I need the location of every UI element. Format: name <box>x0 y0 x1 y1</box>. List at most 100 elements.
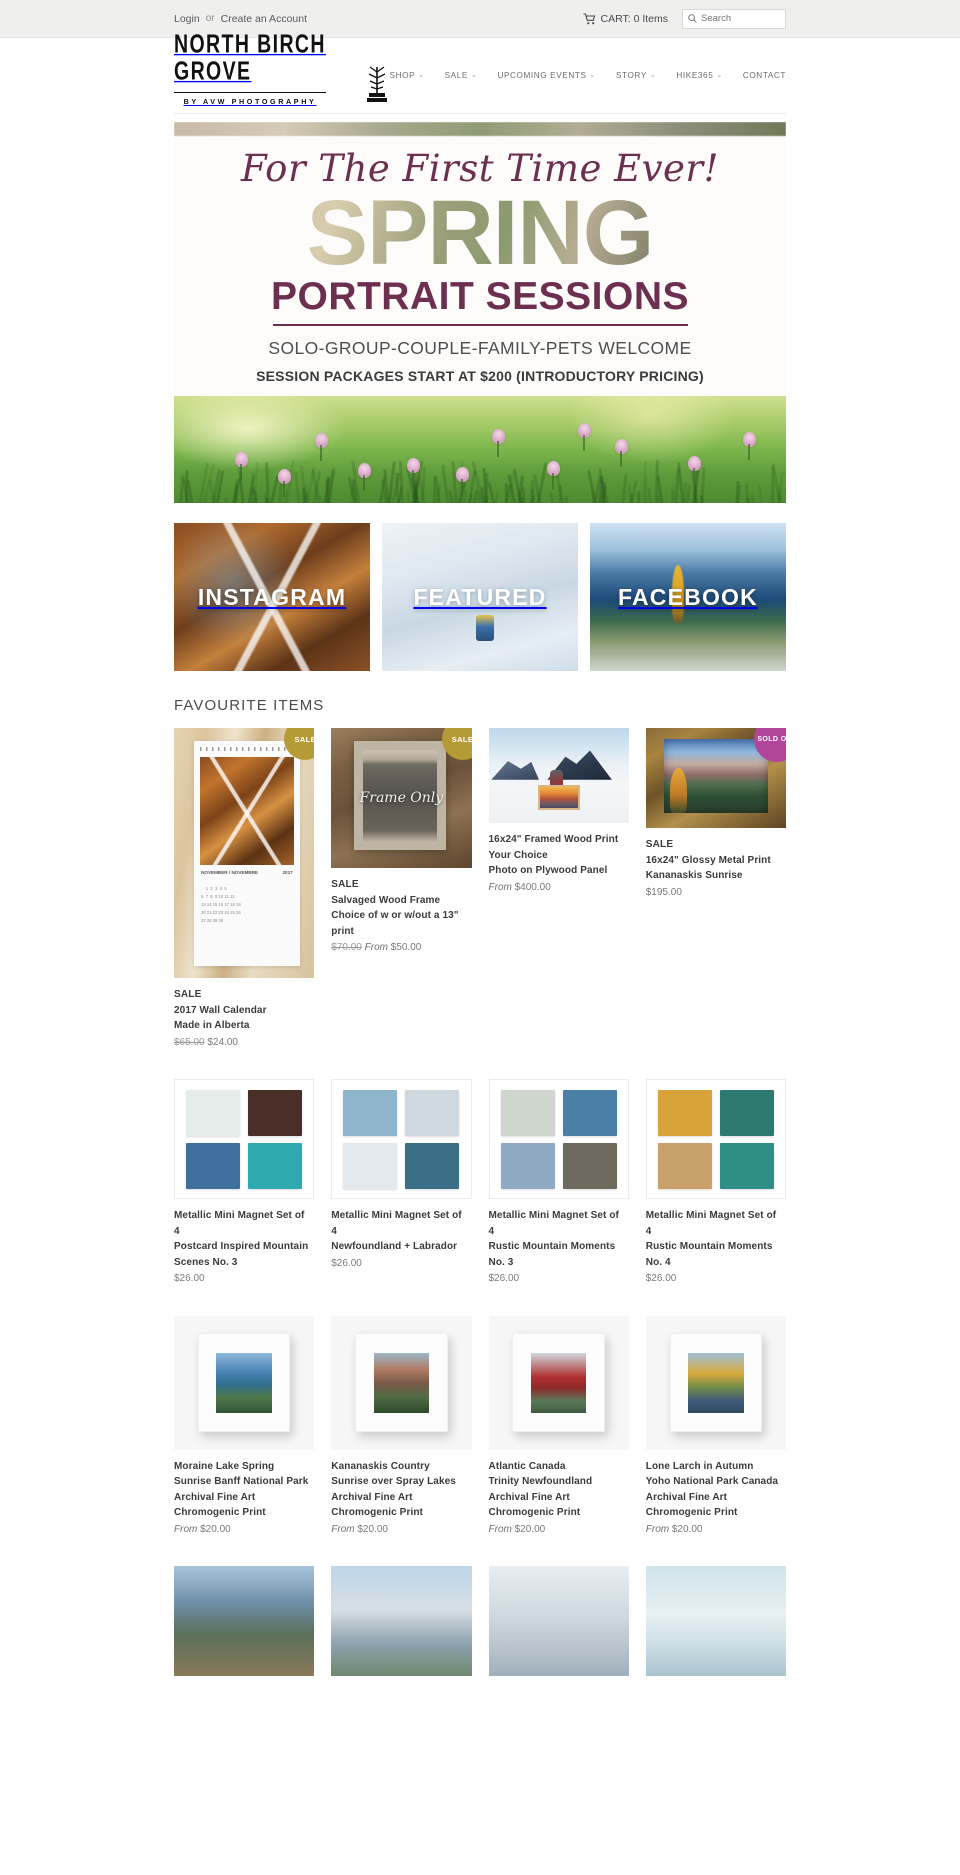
site-logo[interactable]: NORTH BIRCH GROVE BY AVW PHOTOGRAPHY <box>174 46 390 105</box>
meadow-flower <box>547 461 560 476</box>
product-price: From $20.00 <box>489 1522 629 1539</box>
chevron-down-icon: ⌄ <box>650 72 656 79</box>
tile-instagram[interactable]: INSTAGRAM <box>174 523 370 671</box>
product-price: From $20.00 <box>646 1522 786 1539</box>
nav-item-story[interactable]: STORY ⌄ <box>616 71 656 80</box>
product-title-line: Chromogenic Print <box>331 1505 471 1521</box>
product-title-line: Sunrise over Spray Lakes <box>331 1474 471 1490</box>
product-title-line: Chromogenic Print <box>646 1505 786 1521</box>
product-image[interactable]: SOLD OUT <box>646 728 786 828</box>
product-image[interactable] <box>646 1316 786 1450</box>
product-price: $26.00 <box>174 1271 314 1288</box>
product-title-line: Salvaged Wood Frame <box>331 893 471 909</box>
product-image[interactable] <box>174 1566 314 1676</box>
framed-print-photo <box>174 1316 314 1450</box>
tile-facebook[interactable]: FACEBOOK <box>590 523 786 671</box>
product-title-line: Choice of w or w/out a 13" <box>331 908 471 924</box>
product-card[interactable] <box>331 1566 471 1676</box>
meadow-flower <box>688 456 701 471</box>
grass-blade <box>415 495 419 503</box>
price-now: $26.00 <box>646 1273 677 1284</box>
product-card[interactable] <box>489 1566 629 1676</box>
tile-featured[interactable]: FEATURED <box>382 523 578 671</box>
product-image[interactable]: NOVEMBER / NOVEMBRE 2017 1 2 3 4 5 6 7 8… <box>174 728 314 978</box>
product-title-line: Archival Fine Art <box>646 1490 786 1506</box>
grass-blade <box>750 493 755 503</box>
meadow-flower <box>743 432 756 447</box>
product-image[interactable] <box>489 728 629 823</box>
product-image[interactable] <box>489 1316 629 1450</box>
price-now: $26.00 <box>331 1258 362 1269</box>
product-image[interactable] <box>489 1079 629 1199</box>
grass-blade <box>700 467 706 504</box>
product-grid-row-4-partial <box>174 1566 786 1676</box>
product-title-line: Atlantic Canada <box>489 1459 629 1475</box>
product-card[interactable]: Lone Larch in Autumn Yoho National Park … <box>646 1316 786 1539</box>
product-card[interactable]: Metallic Mini Magnet Set of 4 Rustic Mou… <box>646 1079 786 1288</box>
cart-button[interactable]: CART: 0 Items <box>583 13 669 25</box>
magnet-set-photo <box>332 1080 470 1198</box>
product-title-line: Scenes No. 3 <box>174 1255 314 1271</box>
calendar-photo: NOVEMBER / NOVEMBRE 2017 1 2 3 4 5 6 7 8… <box>174 728 314 978</box>
search-input[interactable] <box>701 13 780 24</box>
product-title-line: Lone Larch in Autumn <box>646 1459 786 1475</box>
product-title-line: 2017 Wall Calendar <box>174 1003 314 1019</box>
login-link[interactable]: Login <box>174 13 200 25</box>
product-image[interactable] <box>174 1079 314 1199</box>
search-box[interactable] <box>682 9 786 29</box>
hero-text-block: For The First Time Ever! SPRING PORTRAIT… <box>174 136 786 396</box>
product-image[interactable] <box>489 1566 629 1676</box>
product-card[interactable]: SOLD OUT SALE 16x24" Glossy Metal Print … <box>646 728 786 901</box>
product-image[interactable] <box>331 1079 471 1199</box>
nav-label: CONTACT <box>743 71 786 80</box>
nav-item-hike365[interactable]: HIKE365 ⌄ <box>676 71 722 80</box>
site-header: NORTH BIRCH GROVE BY AVW PHOTOGRAPHY SHO… <box>0 38 960 113</box>
calendar-month-label: NOVEMBER / NOVEMBRE <box>201 870 258 875</box>
create-account-link[interactable]: Create an Account <box>221 13 307 25</box>
magnet-thumbnail <box>343 1090 397 1136</box>
product-card[interactable]: 16x24" Framed Wood Print Your Choice Pho… <box>489 728 629 896</box>
price-now: $20.00 <box>357 1524 388 1535</box>
product-card[interactable]: Metallic Mini Magnet Set of 4 Newfoundla… <box>331 1079 471 1272</box>
product-image[interactable] <box>331 1566 471 1676</box>
product-price: From $400.00 <box>489 880 629 897</box>
price-now: $400.00 <box>515 882 551 893</box>
magnet-thumbnail <box>563 1090 617 1136</box>
nav-item-contact[interactable]: CONTACT <box>743 71 786 80</box>
product-image[interactable] <box>646 1566 786 1676</box>
product-card[interactable]: NOVEMBER / NOVEMBRE 2017 1 2 3 4 5 6 7 8… <box>174 728 314 1051</box>
magnet-set-photo <box>175 1080 313 1198</box>
product-card[interactable]: Kananaskis Country Sunrise over Spray La… <box>331 1316 471 1539</box>
grass-blade <box>559 485 562 503</box>
product-card[interactable]: Metallic Mini Magnet Set of 4 Postcard I… <box>174 1079 314 1288</box>
product-card[interactable]: Moraine Lake Spring Sunrise Banff Nation… <box>174 1316 314 1539</box>
product-card[interactable] <box>646 1566 786 1676</box>
price-now: $26.00 <box>489 1273 520 1284</box>
hero-banner[interactable]: For The First Time Ever! SPRING PORTRAIT… <box>174 122 786 503</box>
meadow-flower <box>578 423 591 438</box>
price-now: $195.00 <box>646 887 682 898</box>
product-image[interactable] <box>646 1079 786 1199</box>
nav-item-sale[interactable]: SALE ⌄ <box>445 71 478 80</box>
chevron-down-icon: ⌄ <box>716 72 722 79</box>
product-image[interactable]: Frame Only SALE <box>331 728 471 868</box>
product-card[interactable]: Frame Only SALE SALE Salvaged Wood Frame… <box>331 728 471 957</box>
product-image[interactable] <box>331 1316 471 1450</box>
grass-blade <box>549 492 555 503</box>
chevron-down-icon: ⌄ <box>590 72 596 79</box>
product-image[interactable] <box>174 1316 314 1450</box>
meadow-flower <box>615 439 628 454</box>
calendar-year-label: 2017 <box>283 870 293 875</box>
grass-blade <box>564 495 570 503</box>
product-card[interactable] <box>174 1566 314 1676</box>
nav-item-upcoming-events[interactable]: UPCOMING EVENTS ⌄ <box>497 71 596 80</box>
nav-item-shop[interactable]: SHOP ⌄ <box>390 71 425 80</box>
tile-label: FACEBOOK <box>618 584 758 611</box>
logo-secondary-text: BY AVW PHOTOGRAPHY <box>174 92 326 105</box>
product-price: $26.00 <box>646 1271 786 1288</box>
product-card[interactable]: Metallic Mini Magnet Set of 4 Rustic Mou… <box>489 1079 629 1288</box>
product-card[interactable]: Atlantic Canada Trinity Newfoundland Arc… <box>489 1316 629 1539</box>
hero-detail-line-1: SOLO-GROUP-COUPLE-FAMILY-PETS WELCOME <box>174 338 786 359</box>
hero-subheadline: PORTRAIT SESSIONS <box>174 277 786 318</box>
price-was: $65.00 <box>174 1037 205 1048</box>
